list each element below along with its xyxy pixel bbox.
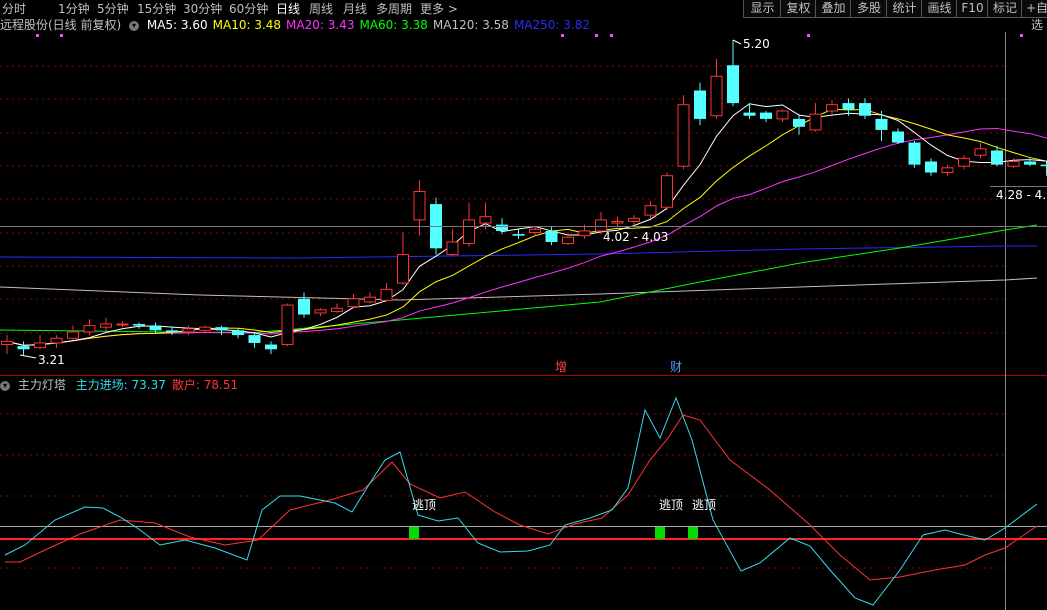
escape-top-label-1: 逃顶 xyxy=(659,498,683,512)
candle-body-53 xyxy=(875,118,888,130)
candle-body-61 xyxy=(1007,160,1020,167)
range-label-2: 4.28 - 4.3 xyxy=(996,188,1047,202)
candle-body-54 xyxy=(892,131,904,143)
candle-body-3 xyxy=(50,337,63,344)
candle-body-15 xyxy=(248,335,261,343)
candle-body-42 xyxy=(694,90,706,119)
ma20-line xyxy=(6,127,1047,346)
main-force-line xyxy=(4,396,1038,606)
low-pointer xyxy=(19,354,37,359)
candle-body-34 xyxy=(562,236,574,245)
candle-body-56 xyxy=(925,161,937,173)
ma5-line xyxy=(6,103,1047,346)
candle-body-29 xyxy=(479,216,492,224)
candle-body-17 xyxy=(281,304,294,346)
candle-body-50 xyxy=(826,104,838,112)
candle-body-28 xyxy=(463,219,475,245)
candle-body-21 xyxy=(347,298,360,308)
candle-body-62 xyxy=(1024,161,1036,165)
indicator-legend-1: 散户: 78.51 xyxy=(171,378,239,392)
escape-top-signal-0 xyxy=(409,527,419,539)
candle-body-4 xyxy=(67,331,79,339)
candle-body-5 xyxy=(83,325,96,333)
ma60-line xyxy=(0,224,1038,334)
candle-body-22 xyxy=(364,296,376,303)
stock-chart[interactable]: 5.203.214.02 - 4.034.28 - 4.3增财逃顶逃顶逃顶 xyxy=(0,0,1047,610)
retail-line xyxy=(5,414,1038,581)
candle-body-12 xyxy=(199,326,211,331)
candle-body-6 xyxy=(100,323,112,328)
candle-body-0 xyxy=(1,340,13,346)
top-marker-4 xyxy=(610,34,613,37)
candle-body-46 xyxy=(760,112,772,119)
candle-body-20 xyxy=(331,307,343,312)
candle-body-60 xyxy=(991,150,1003,165)
candle-body-1 xyxy=(17,346,30,350)
candle-body-18 xyxy=(298,298,310,315)
event-marker-1: 财 xyxy=(670,360,682,374)
candle-body-9 xyxy=(149,325,162,331)
top-marker-3 xyxy=(595,34,598,37)
candle-body-38 xyxy=(628,217,640,222)
range-label-1: 4.02 - 4.03 xyxy=(603,230,668,244)
ma120-line xyxy=(0,277,1038,301)
candle-body-44 xyxy=(727,65,739,104)
top-marker-2 xyxy=(561,34,564,37)
indicator-title: 主力灯塔 xyxy=(17,378,66,392)
candle-body-51 xyxy=(842,103,855,110)
candle-body-39 xyxy=(644,205,657,216)
candle-body-14 xyxy=(232,330,244,336)
candle-body-55 xyxy=(908,142,921,165)
candle-body-58 xyxy=(958,157,970,167)
candle-body-52 xyxy=(859,103,871,116)
candle-body-8 xyxy=(133,324,145,326)
candle-body-41 xyxy=(677,104,690,167)
candle-body-47 xyxy=(776,110,789,120)
escape-top-label-2: 逃顶 xyxy=(692,498,716,512)
candle-body-33 xyxy=(545,230,558,242)
candle-body-35 xyxy=(578,230,591,237)
candle-body-30 xyxy=(496,224,508,231)
indicator-legend-0: 主力进场: 73.37 xyxy=(75,378,166,392)
event-marker-0: 增 xyxy=(555,360,567,374)
high-pointer xyxy=(732,39,742,45)
candle-body-49 xyxy=(809,113,822,131)
low-price-label: 3.21 xyxy=(38,353,65,367)
high-price-label: 5.20 xyxy=(743,37,770,51)
candle-body-10 xyxy=(166,330,178,332)
candle-body-40 xyxy=(661,175,673,208)
top-marker-1 xyxy=(60,34,63,37)
candle-body-7 xyxy=(116,323,129,326)
candle-body-48 xyxy=(793,118,805,127)
top-marker-5 xyxy=(807,34,810,37)
candle-body-32 xyxy=(529,228,541,234)
candle-body-43 xyxy=(710,75,723,117)
candle-body-23 xyxy=(380,288,393,301)
escape-top-label-0: 逃顶 xyxy=(412,498,436,512)
candle-body-13 xyxy=(215,327,228,331)
indicator-header: ▾ 主力灯塔 主力进场: 73.37 散户: 78.51 xyxy=(0,377,238,393)
escape-top-signal-2 xyxy=(688,527,698,539)
candle-body-31 xyxy=(512,234,525,236)
candle-body-2 xyxy=(34,342,46,349)
candle-body-63 xyxy=(1040,164,1047,167)
candle-body-16 xyxy=(265,344,277,350)
candle-body-11 xyxy=(182,328,195,333)
top-marker-6 xyxy=(1020,34,1023,37)
candle-body-27 xyxy=(446,241,459,256)
escape-top-signal-1 xyxy=(655,527,665,539)
candle-body-19 xyxy=(314,309,327,314)
candle-body-45 xyxy=(743,112,756,116)
ma250-line xyxy=(0,245,1037,259)
candle-body-25 xyxy=(413,190,426,221)
chevron-down-icon[interactable]: ▾ xyxy=(0,380,10,391)
candle-body-37 xyxy=(611,220,624,224)
top-marker-0 xyxy=(36,34,39,37)
candle-body-57 xyxy=(941,167,954,174)
candle-body-59 xyxy=(974,148,987,156)
candle-body-24 xyxy=(397,254,409,284)
